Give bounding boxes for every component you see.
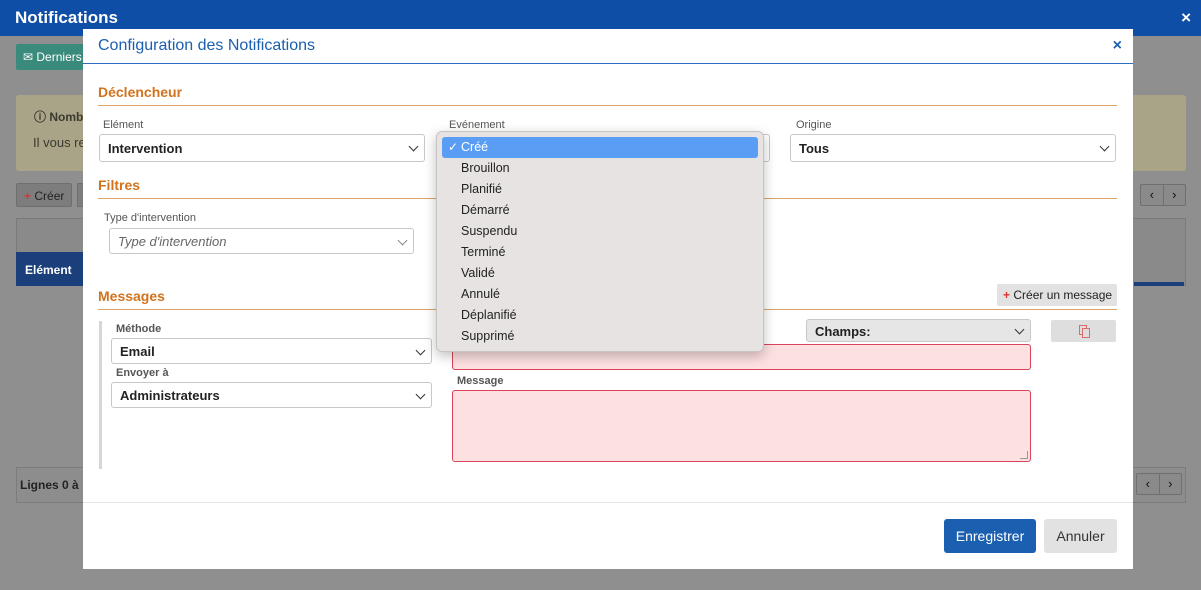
pager-prev-icon[interactable]: ‹ xyxy=(1141,185,1163,205)
dropdown-option[interactable]: Démarré xyxy=(442,200,758,221)
table-selection-bar xyxy=(1134,282,1184,286)
modal-header: Configuration des Notifications × xyxy=(83,29,1133,64)
modal-title: Configuration des Notifications xyxy=(98,37,316,54)
element-label: Elément xyxy=(103,119,144,131)
top-pager: ‹ › xyxy=(1140,184,1186,206)
origine-label: Origine xyxy=(796,119,832,131)
champs-select[interactable]: Champs: xyxy=(806,319,1031,342)
type-intervention-select[interactable]: Type d'intervention xyxy=(109,228,414,254)
dropdown-option[interactable]: Déplanifié xyxy=(442,305,758,326)
dropdown-option[interactable]: Annulé xyxy=(442,284,758,305)
dropdown-option[interactable]: Brouillon xyxy=(442,158,758,179)
message-textarea[interactable] xyxy=(452,390,1031,462)
dropdown-option[interactable]: ✓ Créé xyxy=(442,137,758,158)
type-intervention-placeholder: Type d'intervention xyxy=(118,234,227,249)
alert-text: Il vous re xyxy=(33,135,86,150)
dropdown-option-label: Créé xyxy=(461,140,489,154)
envoyer-select[interactable]: Administrateurs xyxy=(111,382,432,408)
envoyer-select-value: Administrateurs xyxy=(120,388,220,403)
message-card-border xyxy=(99,321,102,469)
origine-select-value: Tous xyxy=(799,141,830,156)
dropdown-option-label: Terminé xyxy=(461,245,506,259)
dropdown-option-label: Supprimé xyxy=(461,329,515,343)
pager-next-icon[interactable]: › xyxy=(1162,185,1186,205)
dropdown-option-label: Annulé xyxy=(461,287,500,301)
save-button[interactable]: Enregistrer xyxy=(944,519,1036,553)
app-title: Notifications xyxy=(15,8,118,27)
copy-button[interactable] xyxy=(1051,320,1116,342)
methode-label: Méthode xyxy=(116,323,162,335)
resize-handle[interactable] xyxy=(1020,451,1028,459)
rows-count: Lignes 0 à xyxy=(20,478,79,492)
dropdown-option[interactable]: Terminé xyxy=(442,242,758,263)
pager-next-icon[interactable]: › xyxy=(1158,474,1182,494)
dropdown-option-label: Validé xyxy=(461,266,495,280)
dropdown-option-label: Planifié xyxy=(461,182,502,196)
dropdown-option-label: Brouillon xyxy=(461,161,510,175)
section-filtres: Filtres xyxy=(98,177,141,193)
plus-icon: + xyxy=(24,189,32,203)
chevron-down-icon xyxy=(415,345,426,356)
table-header-element[interactable]: Elément xyxy=(16,252,86,286)
dropdown-option-label: Déplanifié xyxy=(461,308,517,322)
bottom-pager: ‹ › xyxy=(1136,473,1182,495)
chevron-down-icon xyxy=(1014,324,1025,335)
section-declencheur: Déclencheur xyxy=(98,84,183,100)
methode-select[interactable]: Email xyxy=(111,338,432,364)
chevron-down-icon xyxy=(408,141,419,152)
origine-select[interactable]: Tous xyxy=(790,134,1116,162)
creer-button[interactable]: + Créer xyxy=(16,183,72,207)
copy-icon-front xyxy=(1082,328,1090,338)
evenement-label: Evénement xyxy=(449,119,505,131)
methode-select-value: Email xyxy=(120,344,155,359)
evenement-dropdown-list: ✓ Créé Brouillon Planifié Démarré Suspendu Ter… xyxy=(436,131,764,352)
section-divider xyxy=(98,105,1117,106)
app-close-icon[interactable]: × xyxy=(1181,8,1191,28)
champs-select-value: Champs: xyxy=(815,324,871,339)
dropdown-option-label: Suspendu xyxy=(461,224,518,238)
check-icon: ✓ xyxy=(448,140,459,154)
chevron-down-icon xyxy=(1099,141,1110,152)
element-select[interactable]: Intervention xyxy=(99,134,425,162)
alert-title: ⓘ Nomb xyxy=(34,110,84,124)
modal-close-icon[interactable]: × xyxy=(1113,37,1122,55)
derniers-button[interactable]: ✉ Derniers xyxy=(16,44,92,70)
cancel-button[interactable]: Annuler xyxy=(1044,519,1117,553)
dropdown-option-label: Démarré xyxy=(461,203,510,217)
plus-icon: + xyxy=(1003,288,1011,302)
pager-prev-icon[interactable]: ‹ xyxy=(1137,474,1159,494)
dropdown-option[interactable]: Suspendu xyxy=(442,221,758,242)
create-message-button[interactable]: + Créer un message xyxy=(997,284,1117,306)
dropdown-option[interactable]: Planifié xyxy=(442,179,758,200)
dropdown-option[interactable]: Supprimé xyxy=(442,326,758,347)
type-intervention-label: Type d'intervention xyxy=(104,212,196,224)
envoyer-label: Envoyer à xyxy=(116,367,169,379)
element-select-value: Intervention xyxy=(108,141,183,156)
message-label: Message xyxy=(457,375,504,387)
chevron-down-icon xyxy=(397,235,408,246)
dropdown-option[interactable]: Validé xyxy=(442,263,758,284)
section-messages: Messages xyxy=(98,288,165,304)
chevron-down-icon xyxy=(415,389,426,400)
